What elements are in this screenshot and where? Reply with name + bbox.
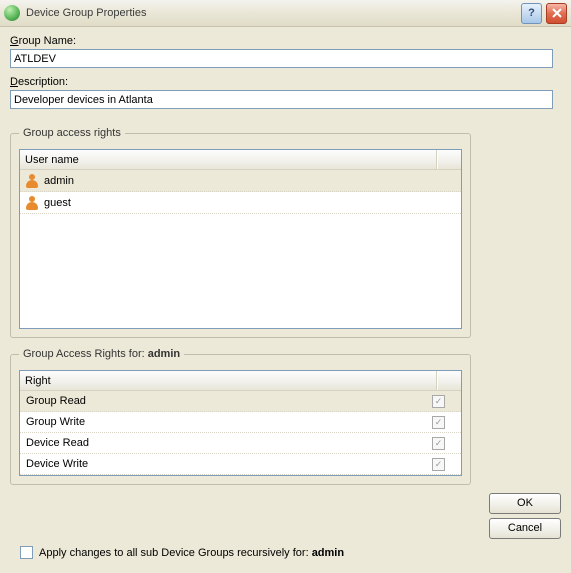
- right-checkbox[interactable]: ✓: [432, 395, 445, 408]
- right-label: Group Read: [26, 395, 432, 407]
- close-icon: [552, 8, 562, 18]
- right-checkbox[interactable]: ✓: [432, 437, 445, 450]
- close-button[interactable]: [546, 3, 567, 24]
- right-row[interactable]: Device Write✓: [20, 454, 461, 475]
- rights-list-header-label: Right: [25, 375, 51, 387]
- right-checkbox[interactable]: ✓: [432, 416, 445, 429]
- help-button[interactable]: ?: [521, 3, 542, 24]
- right-row[interactable]: Group Read✓: [20, 391, 461, 412]
- description-label: Description:: [10, 76, 561, 88]
- right-label: Device Write: [26, 458, 432, 470]
- dialog-content: Group Name: Description: Group access ri…: [0, 27, 571, 573]
- apply-recursive-row: Apply changes to all sub Device Groups r…: [20, 546, 344, 559]
- group-name-label: Group Name:: [10, 35, 561, 47]
- right-label: Group Write: [26, 416, 432, 428]
- description-input[interactable]: [10, 90, 553, 109]
- ok-button[interactable]: OK: [489, 493, 561, 514]
- group-name-input[interactable]: [10, 49, 553, 68]
- rights-listbox[interactable]: Right Group Read✓Group Write✓Device Read…: [19, 370, 462, 476]
- cancel-button[interactable]: Cancel: [489, 518, 561, 539]
- titlebar[interactable]: Device Group Properties ?: [0, 0, 571, 27]
- rights-for-fieldset: Group Access Rights for: admin Right Gro…: [10, 348, 471, 485]
- user-row[interactable]: admin: [20, 170, 461, 192]
- user-name: guest: [44, 197, 71, 209]
- user-row[interactable]: guest: [20, 192, 461, 214]
- right-label: Device Read: [26, 437, 432, 449]
- user-list-header-label: User name: [25, 154, 79, 166]
- right-row[interactable]: Device Read✓: [20, 433, 461, 454]
- user-listbox[interactable]: User name admin guest: [19, 149, 462, 329]
- rights-list-header[interactable]: Right: [20, 371, 461, 391]
- user-name: admin: [44, 175, 74, 187]
- rights-for-legend: Group Access Rights for: admin: [19, 348, 184, 360]
- right-row[interactable]: Group Write✓: [20, 412, 461, 433]
- window-title: Device Group Properties: [26, 7, 146, 19]
- apply-recursive-label: Apply changes to all sub Device Groups r…: [39, 547, 344, 559]
- group-access-rights-legend: Group access rights: [19, 127, 125, 139]
- right-checkbox[interactable]: ✓: [432, 458, 445, 471]
- group-access-rights-fieldset: Group access rights User name admin guest: [10, 127, 471, 338]
- apply-recursive-checkbox[interactable]: [20, 546, 33, 559]
- app-icon: [4, 5, 20, 21]
- user-icon: [25, 196, 39, 210]
- user-icon: [25, 174, 39, 188]
- user-list-header[interactable]: User name: [20, 150, 461, 170]
